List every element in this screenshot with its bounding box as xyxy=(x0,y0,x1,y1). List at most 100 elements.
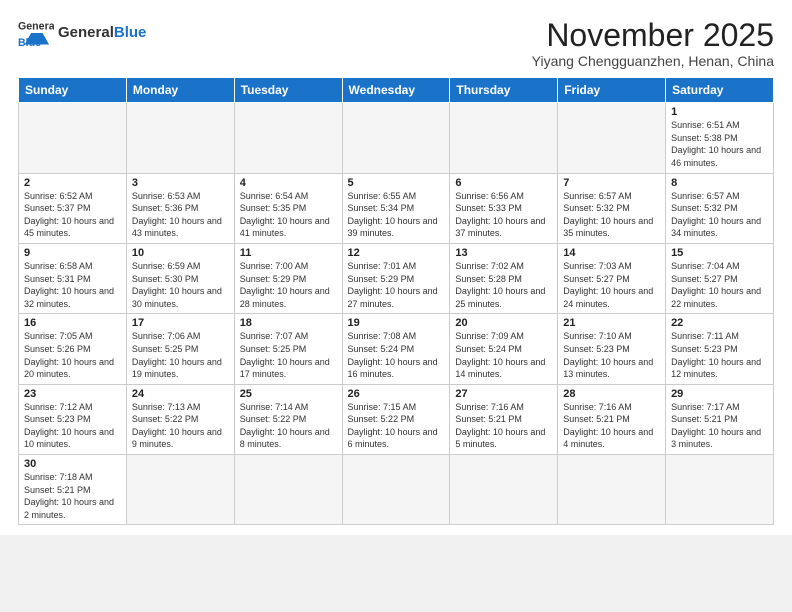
day-cell: 7Sunrise: 6:57 AM Sunset: 5:32 PM Daylig… xyxy=(558,173,666,243)
day-number: 15 xyxy=(671,247,768,259)
day-number: 6 xyxy=(455,177,552,189)
day-number: 18 xyxy=(240,317,337,329)
day-info: Sunrise: 7:15 AM Sunset: 5:22 PM Dayligh… xyxy=(348,401,445,451)
day-cell: 24Sunrise: 7:13 AM Sunset: 5:22 PM Dayli… xyxy=(126,384,234,454)
weekday-header-thursday: Thursday xyxy=(450,78,558,103)
day-info: Sunrise: 7:02 AM Sunset: 5:28 PM Dayligh… xyxy=(455,260,552,310)
day-info: Sunrise: 7:05 AM Sunset: 5:26 PM Dayligh… xyxy=(24,330,121,380)
logo-icon: General Blue xyxy=(18,18,54,48)
day-cell: 6Sunrise: 6:56 AM Sunset: 5:33 PM Daylig… xyxy=(450,173,558,243)
day-number: 11 xyxy=(240,247,337,259)
logo-blue: Blue xyxy=(114,24,147,41)
logo: General Blue GeneralBlue xyxy=(18,18,146,48)
week-row-6: 30Sunrise: 7:18 AM Sunset: 5:21 PM Dayli… xyxy=(19,455,774,525)
day-info: Sunrise: 6:57 AM Sunset: 5:32 PM Dayligh… xyxy=(563,190,660,240)
day-cell: 22Sunrise: 7:11 AM Sunset: 5:23 PM Dayli… xyxy=(666,314,774,384)
day-number: 9 xyxy=(24,247,121,259)
day-cell: 18Sunrise: 7:07 AM Sunset: 5:25 PM Dayli… xyxy=(234,314,342,384)
day-info: Sunrise: 6:58 AM Sunset: 5:31 PM Dayligh… xyxy=(24,260,121,310)
day-cell: 11Sunrise: 7:00 AM Sunset: 5:29 PM Dayli… xyxy=(234,243,342,313)
week-row-5: 23Sunrise: 7:12 AM Sunset: 5:23 PM Dayli… xyxy=(19,384,774,454)
day-info: Sunrise: 7:18 AM Sunset: 5:21 PM Dayligh… xyxy=(24,471,121,521)
day-cell: 2Sunrise: 6:52 AM Sunset: 5:37 PM Daylig… xyxy=(19,173,127,243)
week-row-4: 16Sunrise: 7:05 AM Sunset: 5:26 PM Dayli… xyxy=(19,314,774,384)
day-info: Sunrise: 7:10 AM Sunset: 5:23 PM Dayligh… xyxy=(563,330,660,380)
day-cell: 21Sunrise: 7:10 AM Sunset: 5:23 PM Dayli… xyxy=(558,314,666,384)
weekday-header-friday: Friday xyxy=(558,78,666,103)
day-number: 26 xyxy=(348,388,445,400)
day-number: 22 xyxy=(671,317,768,329)
day-cell xyxy=(234,103,342,173)
day-info: Sunrise: 6:59 AM Sunset: 5:30 PM Dayligh… xyxy=(132,260,229,310)
day-cell xyxy=(234,455,342,525)
location: Yiyang Chengguanzhen, Henan, China xyxy=(532,53,774,69)
day-cell: 16Sunrise: 7:05 AM Sunset: 5:26 PM Dayli… xyxy=(19,314,127,384)
day-number: 28 xyxy=(563,388,660,400)
day-number: 23 xyxy=(24,388,121,400)
day-cell: 1Sunrise: 6:51 AM Sunset: 5:38 PM Daylig… xyxy=(666,103,774,173)
day-info: Sunrise: 7:17 AM Sunset: 5:21 PM Dayligh… xyxy=(671,401,768,451)
weekday-header-sunday: Sunday xyxy=(19,78,127,103)
page-header: General Blue GeneralBlue November 2025 Y… xyxy=(18,18,774,69)
day-cell xyxy=(126,103,234,173)
day-cell xyxy=(558,103,666,173)
day-info: Sunrise: 7:01 AM Sunset: 5:29 PM Dayligh… xyxy=(348,260,445,310)
day-info: Sunrise: 7:08 AM Sunset: 5:24 PM Dayligh… xyxy=(348,330,445,380)
day-cell: 25Sunrise: 7:14 AM Sunset: 5:22 PM Dayli… xyxy=(234,384,342,454)
day-number: 17 xyxy=(132,317,229,329)
day-info: Sunrise: 7:00 AM Sunset: 5:29 PM Dayligh… xyxy=(240,260,337,310)
day-number: 3 xyxy=(132,177,229,189)
day-cell: 10Sunrise: 6:59 AM Sunset: 5:30 PM Dayli… xyxy=(126,243,234,313)
day-cell: 14Sunrise: 7:03 AM Sunset: 5:27 PM Dayli… xyxy=(558,243,666,313)
svg-text:Blue: Blue xyxy=(18,37,41,48)
day-cell: 15Sunrise: 7:04 AM Sunset: 5:27 PM Dayli… xyxy=(666,243,774,313)
day-cell: 8Sunrise: 6:57 AM Sunset: 5:32 PM Daylig… xyxy=(666,173,774,243)
day-info: Sunrise: 6:51 AM Sunset: 5:38 PM Dayligh… xyxy=(671,119,768,169)
weekday-header-tuesday: Tuesday xyxy=(234,78,342,103)
weekday-header-row: SundayMondayTuesdayWednesdayThursdayFrid… xyxy=(19,78,774,103)
day-cell: 20Sunrise: 7:09 AM Sunset: 5:24 PM Dayli… xyxy=(450,314,558,384)
day-cell: 17Sunrise: 7:06 AM Sunset: 5:25 PM Dayli… xyxy=(126,314,234,384)
day-info: Sunrise: 7:14 AM Sunset: 5:22 PM Dayligh… xyxy=(240,401,337,451)
day-number: 19 xyxy=(348,317,445,329)
day-info: Sunrise: 6:54 AM Sunset: 5:35 PM Dayligh… xyxy=(240,190,337,240)
day-number: 10 xyxy=(132,247,229,259)
day-info: Sunrise: 6:52 AM Sunset: 5:37 PM Dayligh… xyxy=(24,190,121,240)
day-number: 5 xyxy=(348,177,445,189)
day-cell: 5Sunrise: 6:55 AM Sunset: 5:34 PM Daylig… xyxy=(342,173,450,243)
day-cell: 19Sunrise: 7:08 AM Sunset: 5:24 PM Dayli… xyxy=(342,314,450,384)
day-info: Sunrise: 7:09 AM Sunset: 5:24 PM Dayligh… xyxy=(455,330,552,380)
day-cell xyxy=(342,455,450,525)
day-info: Sunrise: 7:07 AM Sunset: 5:25 PM Dayligh… xyxy=(240,330,337,380)
day-cell xyxy=(19,103,127,173)
day-info: Sunrise: 6:57 AM Sunset: 5:32 PM Dayligh… xyxy=(671,190,768,240)
day-number: 2 xyxy=(24,177,121,189)
title-block: November 2025 Yiyang Chengguanzhen, Hena… xyxy=(532,18,774,69)
day-info: Sunrise: 7:13 AM Sunset: 5:22 PM Dayligh… xyxy=(132,401,229,451)
day-info: Sunrise: 7:03 AM Sunset: 5:27 PM Dayligh… xyxy=(563,260,660,310)
calendar-table: SundayMondayTuesdayWednesdayThursdayFrid… xyxy=(18,77,774,525)
day-cell: 4Sunrise: 6:54 AM Sunset: 5:35 PM Daylig… xyxy=(234,173,342,243)
day-number: 8 xyxy=(671,177,768,189)
weekday-header-wednesday: Wednesday xyxy=(342,78,450,103)
day-number: 12 xyxy=(348,247,445,259)
day-cell xyxy=(450,103,558,173)
day-cell xyxy=(450,455,558,525)
day-cell xyxy=(666,455,774,525)
day-number: 4 xyxy=(240,177,337,189)
day-number: 7 xyxy=(563,177,660,189)
day-number: 30 xyxy=(24,458,121,470)
day-info: Sunrise: 6:53 AM Sunset: 5:36 PM Dayligh… xyxy=(132,190,229,240)
week-row-3: 9Sunrise: 6:58 AM Sunset: 5:31 PM Daylig… xyxy=(19,243,774,313)
day-number: 27 xyxy=(455,388,552,400)
day-info: Sunrise: 7:12 AM Sunset: 5:23 PM Dayligh… xyxy=(24,401,121,451)
day-info: Sunrise: 6:55 AM Sunset: 5:34 PM Dayligh… xyxy=(348,190,445,240)
day-info: Sunrise: 7:16 AM Sunset: 5:21 PM Dayligh… xyxy=(563,401,660,451)
weekday-header-monday: Monday xyxy=(126,78,234,103)
day-number: 29 xyxy=(671,388,768,400)
day-info: Sunrise: 7:06 AM Sunset: 5:25 PM Dayligh… xyxy=(132,330,229,380)
month-title: November 2025 xyxy=(532,18,774,53)
calendar-page: General Blue GeneralBlue November 2025 Y… xyxy=(0,0,792,535)
day-number: 25 xyxy=(240,388,337,400)
day-number: 1 xyxy=(671,106,768,118)
